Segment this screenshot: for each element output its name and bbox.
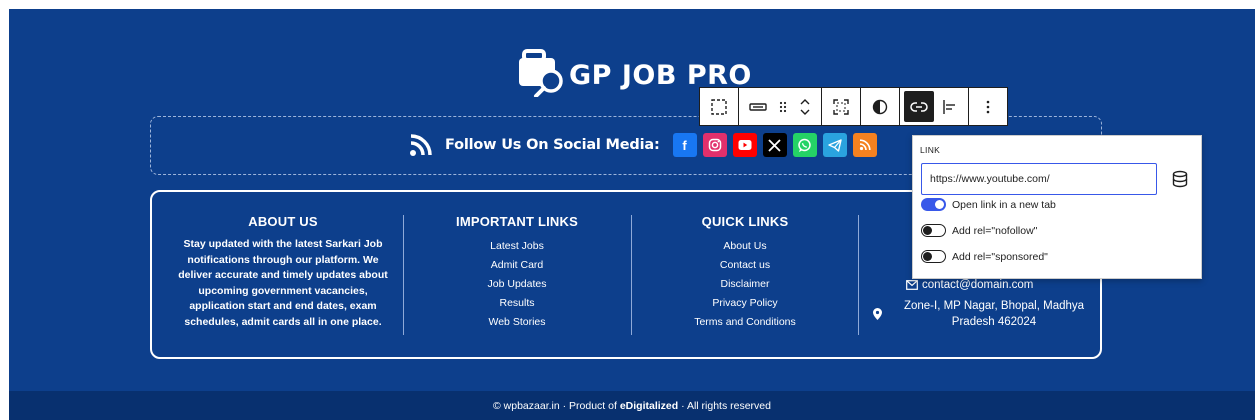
quick-links-heading: QUICK LINKS (701, 214, 789, 229)
justify-left-icon (943, 99, 955, 114)
nofollow-label: Add rel="nofollow" (952, 224, 1038, 237)
toolbar-group-parent (700, 88, 739, 125)
footer-link-privacy-policy[interactable]: Privacy Policy (657, 294, 833, 313)
sponsored-toggle[interactable] (921, 250, 946, 263)
x-twitter-icon[interactable] (762, 133, 787, 157)
telegram-icon[interactable] (822, 133, 847, 157)
select-parent-button[interactable] (704, 91, 734, 122)
footer-link-terms[interactable]: Terms and Conditions (657, 313, 833, 332)
justify-button[interactable] (934, 91, 964, 122)
more-vertical-icon (986, 100, 990, 113)
about-us-column: ABOUT US Stay updated with the latest Sa… (172, 214, 394, 331)
contrast-icon (872, 99, 888, 114)
whatsapp-icon[interactable] (792, 133, 817, 157)
toolbar-group-width (822, 88, 861, 125)
sponsored-label: Add rel="sponsored" (952, 250, 1048, 263)
copyright-bar: © wpbazaar.in · Product of eDigitalized … (9, 391, 1255, 420)
width-settings-button[interactable] (826, 91, 856, 122)
quick-links-column: QUICK LINKS About Us Contact us Disclaim… (657, 214, 833, 332)
resize-icon (833, 98, 849, 115)
link-icon (910, 101, 928, 112)
drag-handle[interactable] (773, 91, 793, 122)
about-us-text: Stay updated with the latest Sarkari Job… (178, 238, 388, 328)
copyright-company[interactable]: eDigitalized (620, 400, 678, 412)
briefcase-search-icon (519, 49, 563, 97)
footer-link-results[interactable]: Results (429, 294, 605, 313)
drag-handle-icon (779, 101, 787, 112)
location-pin-icon (873, 308, 882, 320)
site-logo-text: GP JOB PRO (569, 59, 752, 91)
follow-us-label: Follow Us On Social Media: (445, 137, 660, 153)
quick-links-list: About Us Contact us Disclaimer Privacy P… (657, 237, 833, 332)
move-up-down-button[interactable] (793, 91, 817, 122)
contact-email-text: contact@domain.com (922, 279, 1034, 291)
nofollow-toggle[interactable] (921, 224, 946, 237)
rss-icon[interactable] (852, 133, 877, 157)
nofollow-row[interactable]: Add rel="nofollow" (921, 224, 1037, 237)
copyright-prefix: © wpbazaar.in · Product of (493, 400, 620, 412)
footer-link-job-updates[interactable]: Job Updates (429, 275, 605, 294)
open-new-tab-toggle[interactable] (921, 198, 946, 211)
column-divider (403, 215, 404, 335)
important-links-list: Latest Jobs Admit Card Job Updates Resul… (429, 237, 605, 332)
about-us-heading: ABOUT US (248, 214, 318, 229)
link-popover: LINK Open link in a new tab Add rel="nof… (912, 135, 1202, 279)
toggle-knob (923, 226, 932, 235)
column-divider (858, 215, 859, 335)
important-links-heading: IMPORTANT LINKS (456, 214, 578, 229)
color-style-button[interactable] (865, 91, 895, 122)
toggle-knob (935, 200, 944, 209)
toolbar-group-style (861, 88, 900, 125)
column-divider (631, 215, 632, 335)
link-url-input[interactable] (921, 163, 1157, 195)
contact-email[interactable]: contact@domain.com (906, 279, 1033, 291)
contact-address: Zone-I, MP Nagar, Bhopal, Madhya Pradesh… (903, 300, 1085, 328)
copyright-suffix: · All rights reserved (678, 400, 771, 412)
toolbar-group-link (900, 88, 969, 125)
parent-block-icon (711, 98, 727, 115)
button-block-icon (749, 102, 767, 111)
more-options-button[interactable] (973, 91, 1003, 122)
chevron-up-down-icon (800, 98, 810, 115)
database-icon[interactable] (1171, 170, 1189, 188)
footer-link-web-stories[interactable]: Web Stories (429, 313, 605, 332)
footer-link-latest-jobs[interactable]: Latest Jobs (429, 237, 605, 256)
footer-link-about-us[interactable]: About Us (657, 237, 833, 256)
rss-feed-icon (410, 134, 432, 156)
block-type-button[interactable] (743, 91, 773, 122)
toggle-knob (923, 252, 932, 261)
facebook-icon[interactable]: f (672, 133, 697, 157)
important-links-column: IMPORTANT LINKS Latest Jobs Admit Card J… (429, 214, 605, 332)
block-toolbar (699, 87, 1008, 126)
footer-link-contact-us[interactable]: Contact us (657, 256, 833, 275)
youtube-icon[interactable] (732, 133, 757, 157)
link-popover-label: LINK (920, 145, 941, 155)
link-button[interactable] (904, 91, 934, 122)
toolbar-group-options (969, 88, 1007, 125)
open-new-tab-label: Open link in a new tab (952, 198, 1056, 211)
social-media-row: Follow Us On Social Media: f (409, 132, 877, 158)
mail-icon (906, 280, 918, 290)
footer-link-admit-card[interactable]: Admit Card (429, 256, 605, 275)
toolbar-group-block (739, 88, 822, 125)
instagram-icon[interactable] (702, 133, 727, 157)
sponsored-row[interactable]: Add rel="sponsored" (921, 250, 1048, 263)
open-new-tab-row[interactable]: Open link in a new tab (921, 198, 1056, 211)
footer-link-disclaimer[interactable]: Disclaimer (657, 275, 833, 294)
